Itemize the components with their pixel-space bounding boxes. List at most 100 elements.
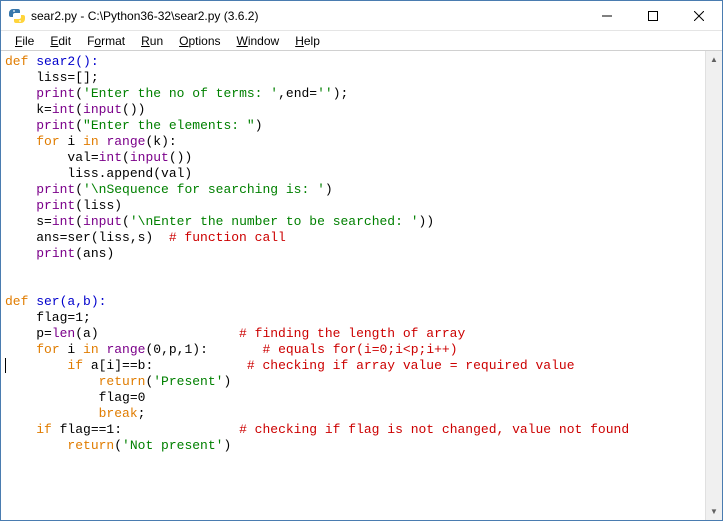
code-token: liss=[]; [5,70,99,85]
code-token: '\nSequence for searching is: ' [83,182,325,197]
code-token: )) [419,214,435,229]
code-token: ) [223,374,231,389]
code-token: range [106,342,145,357]
code-token: ,end= [278,86,317,101]
code-token: if [67,358,83,373]
code-token: range [106,134,145,149]
code-token [5,358,67,373]
code-token: ()) [122,102,145,117]
code-token: 'Not present' [122,438,223,453]
code-token [5,342,36,357]
code-token: (liss) [75,198,122,213]
code-token: ( [122,214,130,229]
code-token [5,246,36,261]
code-token: (a) [75,326,239,341]
titlebar: sear2.py - C:\Python36-32\sear2.py (3.6.… [1,1,722,31]
menu-edit[interactable]: Edit [42,32,79,50]
code-token: # finding the length of array [239,326,465,341]
code-token: if [36,422,52,437]
menu-options[interactable]: Options [171,32,228,50]
code-token: flag=0 [5,390,145,405]
code-token [5,182,36,197]
menu-file[interactable]: File [7,32,42,50]
code-token: k= [5,102,52,117]
code-token: def [5,294,28,309]
code-token: ( [75,214,83,229]
text-cursor [5,358,6,373]
code-token: def [5,54,28,69]
code-token: (ans) [75,246,114,261]
code-token: a[i]==b: [83,358,247,373]
code-token [5,118,36,133]
vertical-scrollbar[interactable]: ▲ ▼ [705,51,722,520]
code-token: p= [5,326,52,341]
code-token: s= [5,214,52,229]
code-token: print [36,198,75,213]
code-token: '\nEnter the number to be searched: ' [130,214,419,229]
code-token: val= [5,150,99,165]
code-token: "Enter the elements: " [83,118,255,133]
code-token: (0,p,1): [145,342,262,357]
code-token: sear2(): [28,54,98,69]
window-title: sear2.py - C:\Python36-32\sear2.py (3.6.… [31,9,258,23]
code-token: liss.append(val) [5,166,192,181]
code-token: i [60,134,83,149]
code-token: ) [223,438,231,453]
menu-run[interactable]: Run [133,32,171,50]
code-token: ser(a,b): [28,294,106,309]
code-token: ( [75,102,83,117]
code-token: # equals for(i=0;i<p;i++) [263,342,458,357]
code-token: print [36,86,75,101]
code-token: ans=ser(liss,s) [5,230,169,245]
menu-window[interactable]: Window [229,32,288,50]
code-token: return [99,374,146,389]
code-token: in [83,342,99,357]
code-token: input [83,102,122,117]
code-token [5,438,67,453]
minimize-button[interactable] [584,1,630,31]
code-token [5,134,36,149]
menubar: File Edit Format Run Options Window Help [1,31,722,51]
code-token: ( [75,118,83,133]
code-token: return [67,438,114,453]
code-token: ; [138,406,146,421]
scroll-up-icon[interactable]: ▲ [706,51,722,68]
code-token: ( [75,86,83,101]
code-token: ) [325,182,333,197]
code-token: ( [75,182,83,197]
code-token: int [99,150,122,165]
code-token: for [36,134,59,149]
code-token: ) [255,118,263,133]
code-token: (k): [145,134,176,149]
maximize-button[interactable] [630,1,676,31]
scroll-down-icon[interactable]: ▼ [706,503,722,520]
code-token: in [83,134,99,149]
editor-container: def sear2(): liss=[]; print('Enter the n… [1,51,722,520]
menu-help[interactable]: Help [287,32,328,50]
code-token: ); [333,86,349,101]
code-token: for [36,342,59,357]
code-token: # checking if array value = required val… [247,358,575,373]
code-token [5,422,36,437]
code-token [5,86,36,101]
code-token [5,406,99,421]
code-token: print [36,118,75,133]
python-idle-icon [9,8,25,24]
code-token: '' [317,86,333,101]
code-editor[interactable]: def sear2(): liss=[]; print('Enter the n… [1,51,705,520]
code-token: # function call [169,230,286,245]
code-token: print [36,246,75,261]
code-token: len [52,326,75,341]
code-token [5,198,36,213]
code-token: flag=1; [5,310,91,325]
code-token: print [36,182,75,197]
code-token: int [52,214,75,229]
code-token: flag==1: [52,422,239,437]
code-token: int [52,102,75,117]
close-button[interactable] [676,1,722,31]
code-token: input [130,150,169,165]
code-token: input [83,214,122,229]
menu-format[interactable]: Format [79,32,133,50]
code-token: ()) [169,150,192,165]
code-token: 'Present' [153,374,223,389]
